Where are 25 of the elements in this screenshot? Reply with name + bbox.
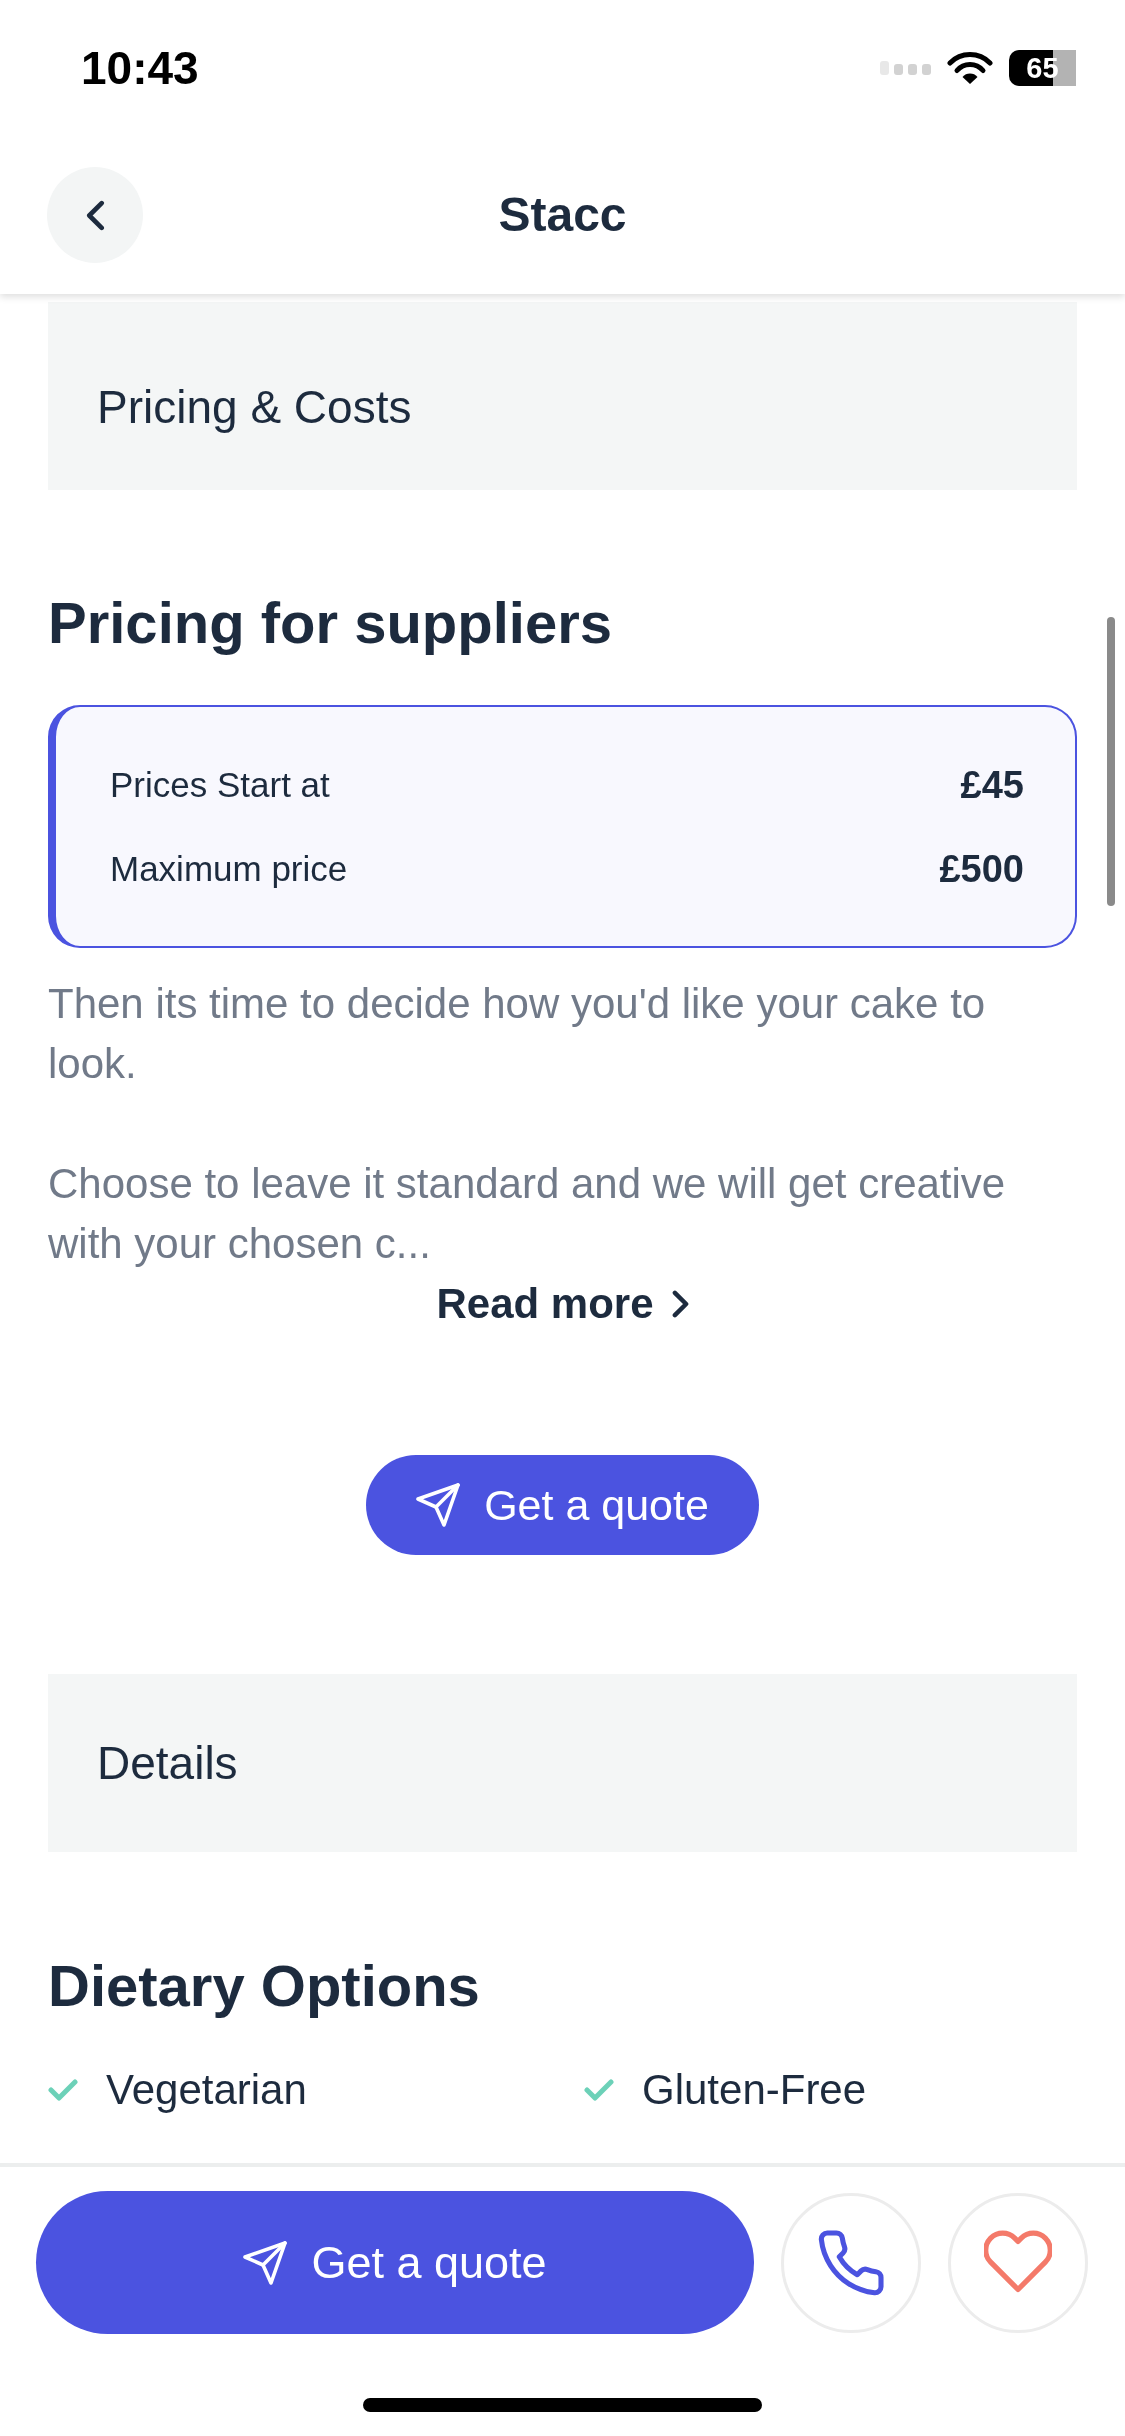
signal-icon [880, 61, 931, 75]
section-heading: Dietary Options [48, 1952, 481, 2020]
chevron-left-icon [85, 199, 105, 231]
status-time: 10:43 [81, 41, 199, 96]
phone-icon [818, 2229, 884, 2296]
section-header: Pricing & Costs [48, 302, 1077, 490]
description-text: Choose to leave it standard and we will get creative with your chosen c... [48, 1159, 1007, 1269]
heart-icon [984, 2230, 1052, 2295]
price-label: Prices Start at [110, 764, 330, 806]
get-quote-button[interactable]: Get a quote [366, 1455, 759, 1555]
page-title: Stacc [498, 187, 627, 243]
price-value: £500 [939, 847, 1024, 892]
paper-plane-icon [243, 2240, 288, 2285]
option-label: Vegetarian [106, 2065, 307, 2115]
option-label: Gluten-Free [642, 2065, 867, 2115]
section-heading: Pricing for suppliers [48, 589, 613, 657]
description-text: Then its time to decide how you'd like your cake to look. [48, 979, 987, 1089]
get-quote-button[interactable]: Get a quote [36, 2191, 754, 2334]
price-label: Maximum price [110, 848, 348, 890]
chevron-right-icon [671, 1290, 689, 1318]
paper-plane-icon [416, 1483, 461, 1527]
wifi-icon [947, 51, 993, 85]
read-more-link[interactable]: Read more [436, 1276, 689, 1332]
price-value: £45 [960, 763, 1024, 808]
section-header: Details [48, 1674, 1077, 1852]
